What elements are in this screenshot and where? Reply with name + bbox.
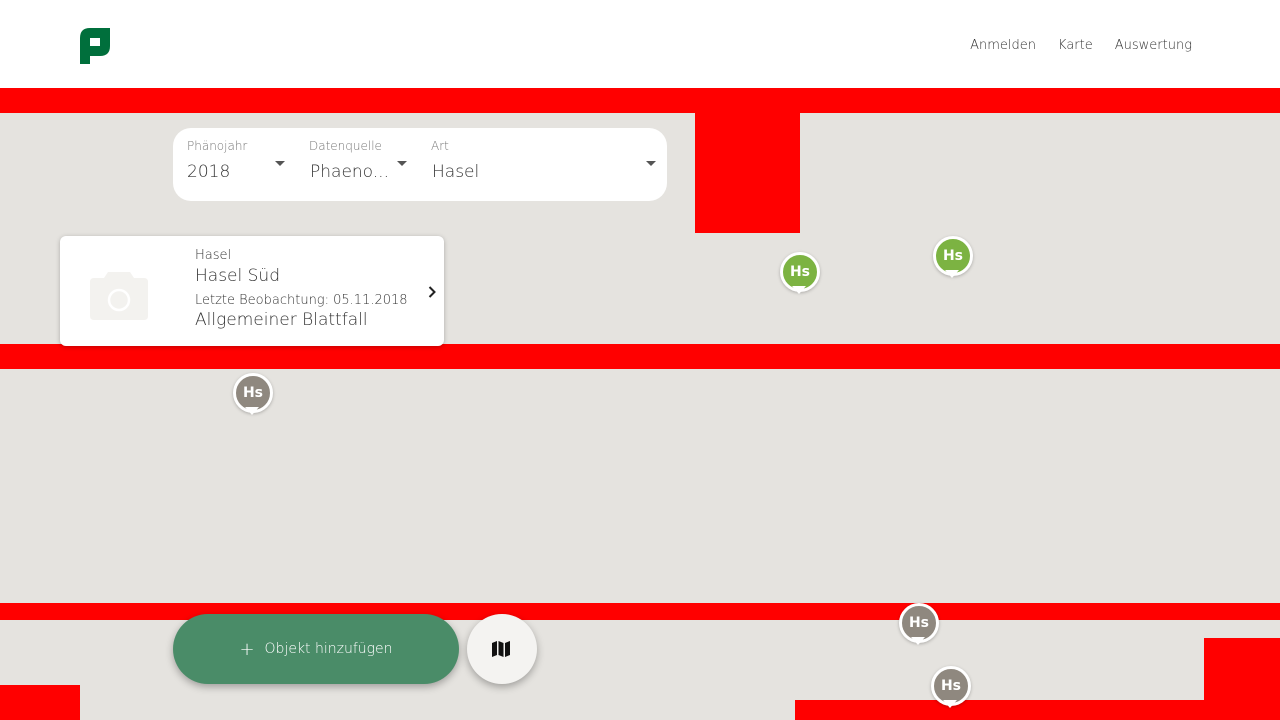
chevron-right-icon: [428, 286, 436, 298]
red-bar-middle: [0, 344, 1280, 369]
nav-map[interactable]: Karte: [1058, 38, 1093, 53]
chevron-down-icon: [275, 161, 285, 166]
marker-tip: [792, 286, 806, 294]
year-select[interactable]: Phänojahr 2018: [173, 128, 293, 201]
chevron-down-icon: [397, 161, 407, 166]
filter-bar: Phänojahr 2018 Datenquelle Phaeno... Art…: [173, 128, 667, 201]
logo-icon[interactable]: [80, 28, 110, 64]
chevron-down-icon: [646, 161, 656, 166]
map-icon: [492, 641, 510, 657]
card-species: Hasel: [195, 248, 232, 263]
map-marker[interactable]: Hs: [930, 666, 971, 712]
red-block-bottom-left: [0, 685, 80, 720]
map-toggle-button[interactable]: [467, 614, 537, 684]
species-value: Hasel: [432, 162, 480, 182]
main-nav: Anmelden Karte Auswertung: [970, 38, 1192, 53]
marker-tip: [945, 270, 959, 278]
map-marker[interactable]: Hs: [932, 236, 973, 282]
card-last-observation: Letzte Beobachtung: 05.11.2018: [195, 293, 408, 308]
source-value: Phaeno...: [310, 162, 389, 182]
plus-icon: +: [239, 638, 255, 660]
add-object-button[interactable]: + Objekt hinzufügen: [173, 614, 459, 684]
map-marker[interactable]: Hs: [779, 252, 820, 298]
header: Anmelden Karte Auswertung: [0, 0, 1280, 88]
year-label: Phänojahr: [187, 139, 248, 153]
map-marker[interactable]: Hs: [898, 603, 939, 649]
card-phase: Allgemeiner Blattfall: [195, 310, 368, 330]
red-bar-top: [0, 88, 1280, 113]
red-bar-bottom: [795, 700, 1280, 720]
card-name: Hasel Süd: [195, 266, 280, 286]
card-details: Hasel Hasel Süd Letzte Beobachtung: 05.1…: [195, 248, 408, 330]
species-label: Art: [431, 139, 449, 153]
map-marker[interactable]: Hs: [232, 373, 273, 419]
add-object-label: Objekt hinzufügen: [264, 641, 393, 657]
marker-tip: [911, 637, 925, 645]
marker-tip: [943, 700, 957, 708]
camera-icon: [90, 272, 148, 320]
species-select[interactable]: Art Hasel: [417, 128, 667, 201]
year-value: 2018: [187, 162, 231, 182]
source-select[interactable]: Datenquelle Phaeno...: [295, 128, 415, 201]
red-block-top: [695, 113, 800, 233]
marker-tip: [245, 407, 259, 415]
source-label: Datenquelle: [309, 139, 382, 153]
object-card[interactable]: Hasel Hasel Süd Letzte Beobachtung: 05.1…: [60, 236, 444, 346]
nav-evaluation[interactable]: Auswertung: [1115, 38, 1192, 53]
nav-login[interactable]: Anmelden: [970, 38, 1036, 53]
